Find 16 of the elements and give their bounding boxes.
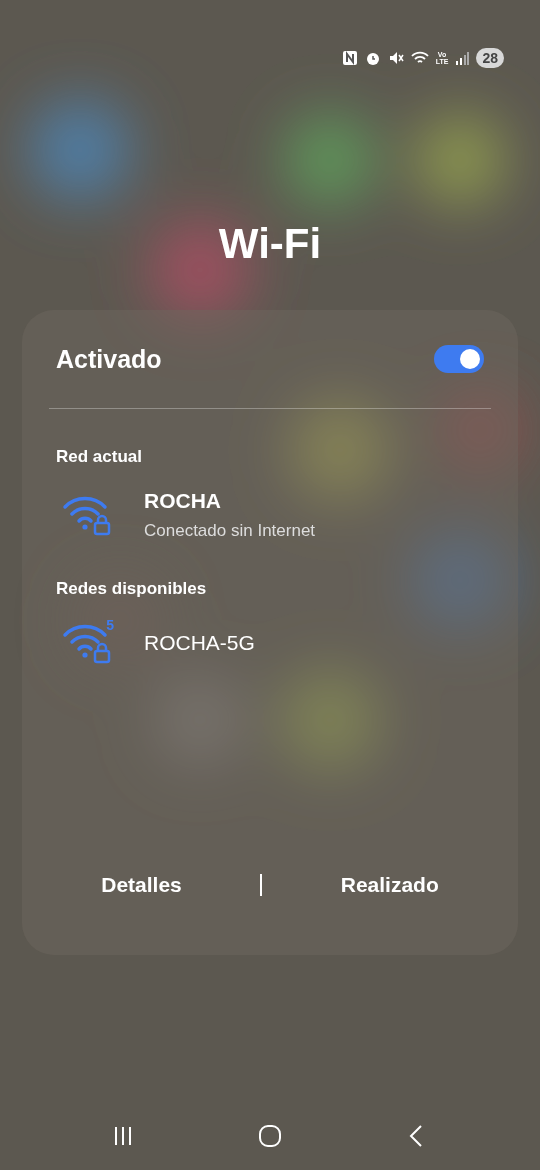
home-icon[interactable] [256,1122,284,1150]
alarm-icon [364,50,381,66]
wifi-icon [410,50,429,66]
dialog-title: Wi-Fi [217,220,323,269]
signal-icon [455,51,470,65]
band-label: 5 [106,617,114,633]
done-button[interactable]: Realizado [328,867,451,903]
wifi-switch[interactable] [434,345,484,373]
section-header: Red actual [56,447,143,467]
toggle-label: Activado [56,344,162,374]
network-name[interactable]: ROCHA-5G [144,631,255,655]
network-status: Conectado sin Internet [144,521,316,541]
network-name[interactable]: ROCHA [144,489,316,513]
mute-icon [387,50,404,66]
section-header: Redes disponibles [56,579,208,599]
details-button[interactable]: Detalles [89,867,194,903]
